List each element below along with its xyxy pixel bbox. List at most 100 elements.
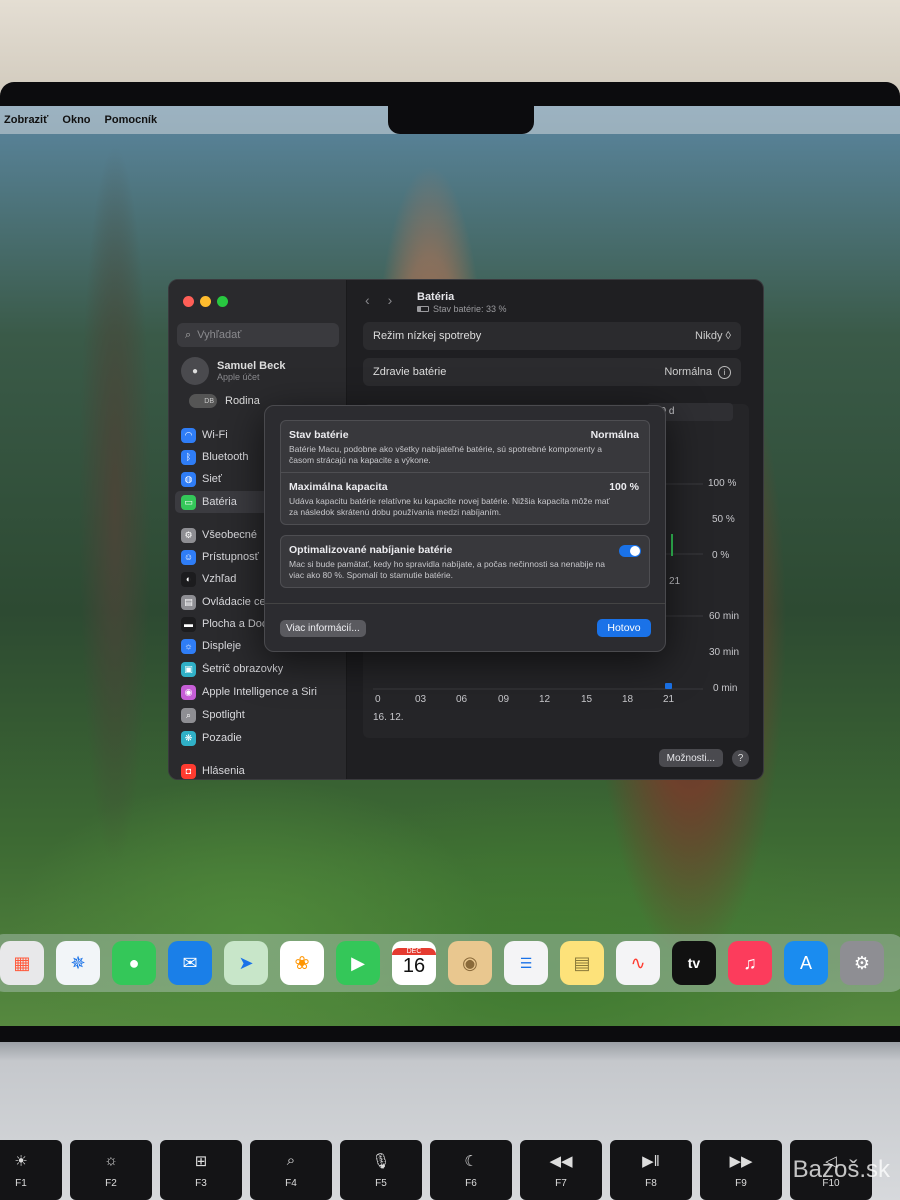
key-f8[interactable]: ▶‖ F8 [610, 1140, 692, 1200]
search-input[interactable]: ⌕ Vyhľadať [177, 323, 339, 347]
low-power-mode-row[interactable]: Režim nízkej spotreby Nikdy ◊ [363, 322, 741, 350]
sidebar-item-wallpaper[interactable]: ❋ Pozadie [175, 727, 341, 749]
low-power-mode-value[interactable]: Nikdy ◊ [695, 330, 731, 342]
music-icon[interactable]: ♫ [728, 941, 772, 985]
sidebar-item-notifications[interactable]: ◘ Hlásenia [175, 760, 341, 779]
battery-level-icon [417, 306, 429, 312]
family-avatars: DB [189, 394, 217, 408]
menu-pomocnik[interactable]: Pomocník [105, 114, 158, 126]
notifications-icon: ◘ [181, 763, 196, 779]
sidebar-item-label: Sieť [202, 473, 223, 485]
user-subtitle: Apple účet [217, 372, 260, 382]
calendar-icon[interactable]: DEC 16 [392, 941, 436, 985]
key-symbol: ▶▶ [729, 1153, 753, 1170]
usage-axis-0: 0 min [713, 683, 738, 694]
control-center-icon: ▤ [181, 594, 196, 610]
key-f9[interactable]: ▶▶ F9 [700, 1140, 782, 1200]
search-icon: ⌕ [185, 328, 192, 341]
key-f7[interactable]: ◀◀ F7 [520, 1140, 602, 1200]
bluetooth-icon: ᛒ [181, 449, 196, 465]
notes-icon[interactable]: ▤ [560, 941, 604, 985]
hour-label-06: 06 [456, 694, 468, 705]
window-controls [183, 296, 228, 307]
sidebar-item-label: Bluetooth [202, 451, 249, 463]
key-label: F8 [645, 1178, 657, 1189]
wifi-icon: ◠ [181, 427, 196, 443]
key-symbol: ⊞ [194, 1153, 208, 1170]
sidebar-item-siri[interactable]: ◉ Apple Intelligence a Siri [175, 681, 341, 703]
done-button[interactable]: Hotovo [597, 619, 651, 637]
family-item[interactable]: DB Rodina [189, 394, 260, 408]
max-capacity-value: 100 % [609, 481, 639, 493]
key-f5[interactable]: 🎙 F5 [340, 1140, 422, 1200]
key-label: F7 [555, 1178, 567, 1189]
wall-background [0, 0, 900, 90]
menu-zobrazit[interactable]: Zobraziť [4, 114, 48, 126]
battery-health-value: Normálna [664, 366, 712, 378]
forward-arrow-icon[interactable]: › [388, 292, 393, 308]
sidebar-item-label: Vzhľad [202, 573, 237, 585]
sidebar-item-spotlight[interactable]: ⌕ Spotlight [175, 704, 341, 726]
battery-health-label: Zdravie batérie [373, 366, 447, 378]
level-axis-50: 50 % [712, 514, 735, 525]
sidebar-item-label: Wi‑Fi [202, 429, 228, 441]
reminders-icon[interactable]: ☰ [504, 941, 548, 985]
hour-label-15: 15 [581, 694, 593, 705]
safari-icon[interactable]: ✵ [56, 941, 100, 985]
contacts-icon[interactable]: ◉ [448, 941, 492, 985]
close-button[interactable] [183, 296, 194, 307]
max-capacity-section: Maximálna kapacita 100 % Udáva kapacitu … [281, 472, 649, 524]
key-label: F2 [105, 1178, 117, 1189]
sidebar-item-screensaver[interactable]: ▣ Šetrič obrazovky [175, 658, 341, 680]
back-arrow-icon[interactable]: ‹ [365, 292, 370, 308]
more-info-button[interactable]: Viac informácií... [280, 620, 366, 637]
messages-icon[interactable]: ● [112, 941, 156, 985]
sidebar-item-label: Batéria [202, 496, 237, 508]
minimize-button[interactable] [200, 296, 211, 307]
key-label: F9 [735, 1178, 747, 1189]
zoom-button[interactable] [217, 296, 228, 307]
sidebar-item-label: Ovládacie ce [202, 596, 266, 608]
key-symbol: 🎙 [371, 1153, 391, 1170]
battery-health-row[interactable]: Zdravie batérie Normálna i [363, 358, 741, 386]
apple-account[interactable]: ● Samuel Beck Apple účet [181, 357, 285, 385]
optimized-charging-toggle[interactable] [619, 545, 641, 557]
function-key-row: ☀ F1 ☼ F2 ⊞ F3 ⌕ F4 🎙 F5 ☾ F6 ◀◀ F7 ▶‖ F8 ▶▶ F9 ◁ F10 [0, 1140, 872, 1200]
system-settings-icon[interactable]: ⚙ [840, 941, 884, 985]
key-f3[interactable]: ⊞ F3 [160, 1140, 242, 1200]
key-f6[interactable]: ☾ F6 [430, 1140, 512, 1200]
menu-okno[interactable]: Okno [62, 114, 90, 126]
calendar-month: DEC [392, 948, 436, 955]
options-button[interactable]: Možnosti... [658, 749, 723, 767]
info-icon[interactable]: i [718, 365, 731, 379]
accessibility-icon: ☺ [181, 549, 196, 565]
battery-condition-section: Stav batérie Normálna Batérie Macu, podo… [281, 421, 649, 472]
key-f1[interactable]: ☀ F1 [0, 1140, 62, 1200]
network-icon: ◍ [181, 471, 196, 487]
battery-condition-desc: Batérie Macu, podobne ako všetky nabíjat… [289, 444, 602, 465]
battery-status-text: Stav batérie: 33 % [433, 304, 507, 314]
level-axis-0: 0 % [712, 550, 730, 561]
sidebar-item-label: Šetrič obrazovky [202, 663, 284, 675]
maps-icon[interactable]: ➤ [224, 941, 268, 985]
facetime-icon[interactable]: ▶ [336, 941, 380, 985]
app-store-icon[interactable]: A [784, 941, 828, 985]
sidebar-item-label: Plocha a Doc [202, 618, 268, 630]
key-f2[interactable]: ☼ F2 [70, 1140, 152, 1200]
help-button[interactable]: ? [732, 750, 749, 767]
optimized-charging-title: Optimalizované nabíjanie batérie [289, 544, 453, 556]
freeform-icon[interactable]: ∿ [616, 941, 660, 985]
sidebar-item-label: Hlásenia [202, 765, 245, 777]
page-subtitle: Stav batérie: 33 % [417, 304, 507, 314]
hour-label-03: 03 [415, 694, 427, 705]
sidebar-item-label: Prístupnosť [202, 551, 259, 563]
key-label: F6 [465, 1178, 477, 1189]
key-symbol: ▶‖ [642, 1153, 660, 1170]
mail-icon[interactable]: ✉ [168, 941, 212, 985]
key-f4[interactable]: ⌕ F4 [250, 1140, 332, 1200]
photos-icon[interactable]: ❀ [280, 941, 324, 985]
key-symbol: ☀ [14, 1153, 28, 1170]
optimized-charging-card: Optimalizované nabíjanie batérie Mac si … [280, 535, 650, 588]
launchpad-icon[interactable]: ▦ [0, 941, 44, 985]
apple-tv-icon[interactable]: tv [672, 941, 716, 985]
